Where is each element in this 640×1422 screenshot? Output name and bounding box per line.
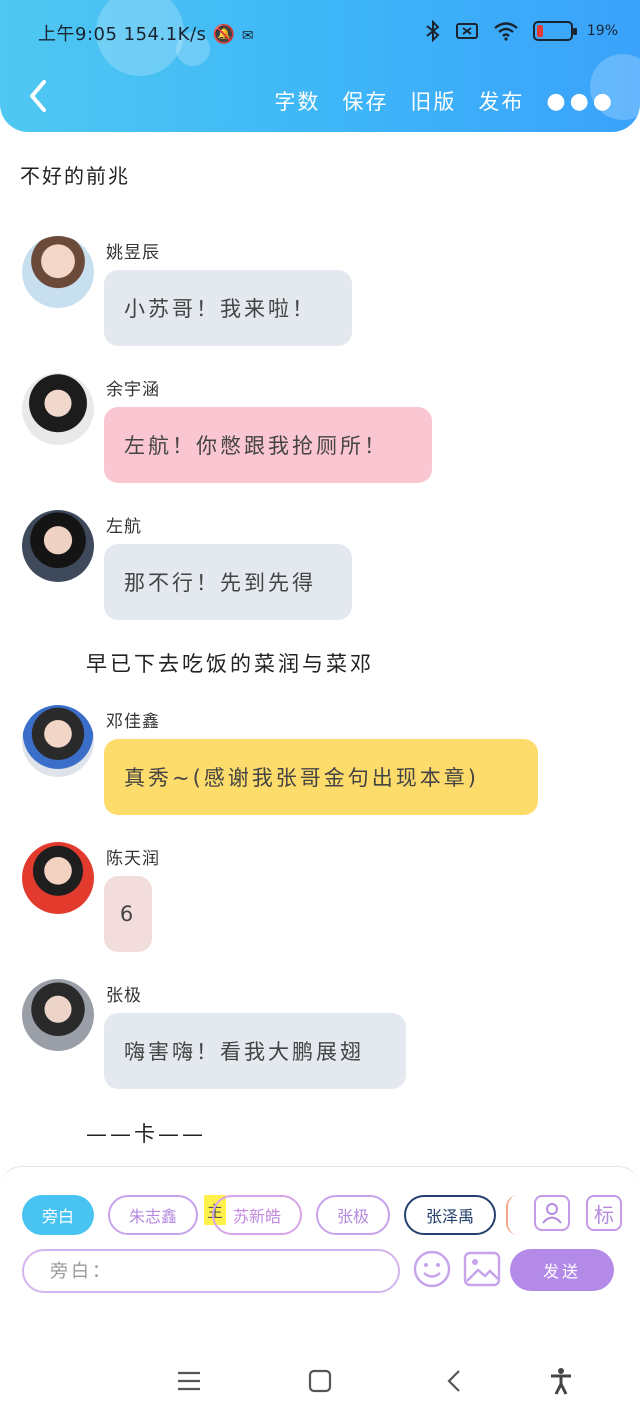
contact-icon[interactable]: [534, 1195, 570, 1231]
mail-icon: ✉: [241, 28, 255, 44]
avatar[interactable]: [22, 705, 94, 777]
message-bubble[interactable]: 嗨害嗨！看我大鹏展翅: [104, 1013, 406, 1089]
role-chip[interactable]: 张泽禹: [404, 1195, 496, 1235]
battery-icon: [532, 21, 577, 41]
save-button[interactable]: 保存: [342, 86, 388, 116]
bell-off-icon: 🔕: [212, 24, 236, 45]
menu-icon[interactable]: [174, 1366, 204, 1396]
status-left: 上午9:05 154.1K/s 🔕 ✉: [38, 20, 254, 46]
chapter-title[interactable]: 不好的前兆: [20, 160, 130, 189]
avatar[interactable]: [22, 373, 94, 445]
message-bubble[interactable]: 6: [104, 876, 152, 952]
send-button[interactable]: 发送: [510, 1249, 614, 1291]
word-count-button[interactable]: 字数: [274, 86, 320, 116]
publish-button[interactable]: 发布: [478, 86, 524, 116]
role-chip-partial[interactable]: [506, 1195, 518, 1235]
status-bar: 上午9:05 154.1K/s 🔕 ✉ 19%: [0, 0, 640, 64]
back-button[interactable]: [20, 78, 56, 118]
sender-name: 陈天润: [106, 849, 160, 869]
avatar[interactable]: [22, 236, 94, 308]
app-header: 上午9:05 154.1K/s 🔕 ✉ 19% 字数 保存 旧版 发布 ●●●: [0, 0, 640, 132]
system-nav-bar: [0, 1338, 640, 1422]
sender-name: 姚昱辰: [106, 243, 160, 263]
no-sim-icon: [455, 23, 478, 39]
input-panel: 旁白 朱志鑫 主 苏新皓 张极 张泽禹 标 发送: [0, 1166, 640, 1338]
status-time: 上午9:05: [38, 24, 118, 45]
more-icon[interactable]: ●●●: [546, 89, 616, 114]
sender-name: 张极: [106, 986, 142, 1006]
dialogue-input[interactable]: [22, 1249, 400, 1293]
avatar[interactable]: [22, 510, 94, 582]
status-speed: 154.1K/s: [123, 24, 207, 45]
header-menu: 字数 保存 旧版 发布 ●●●: [274, 86, 616, 116]
back-icon: [30, 80, 46, 112]
role-chip[interactable]: 张极: [316, 1195, 390, 1235]
narration-text[interactable]: ——卡——: [86, 1118, 206, 1148]
nav-back-icon[interactable]: [440, 1366, 470, 1396]
message-bubble[interactable]: 小苏哥！我来啦！: [104, 270, 352, 346]
message-bubble[interactable]: 那不行！先到先得: [104, 544, 352, 620]
wifi-icon: [494, 22, 518, 41]
role-chip[interactable]: 苏新皓: [212, 1195, 302, 1235]
role-chip[interactable]: 朱志鑫: [108, 1195, 198, 1235]
old-version-button[interactable]: 旧版: [410, 86, 456, 116]
emoji-icon[interactable]: [412, 1249, 452, 1289]
narration-text[interactable]: 早已下去吃饭的菜润与菜邓: [86, 648, 374, 678]
home-icon[interactable]: [305, 1366, 335, 1396]
avatar[interactable]: [22, 979, 94, 1051]
status-right: 19%: [425, 20, 618, 42]
sender-name: 左航: [106, 517, 142, 537]
battery-percent: 19%: [586, 23, 618, 39]
tag-icon[interactable]: 标: [586, 1195, 622, 1231]
avatar[interactable]: [22, 842, 94, 914]
sender-name: 余宇涵: [106, 380, 160, 400]
message-bubble[interactable]: 左航！你憋跟我抢厕所！: [104, 407, 432, 483]
bluetooth-icon: [426, 20, 440, 42]
sender-name: 邓佳鑫: [106, 712, 160, 732]
accessibility-icon[interactable]: [546, 1366, 576, 1396]
image-icon[interactable]: [462, 1249, 502, 1289]
role-chip-narrator[interactable]: 旁白: [22, 1195, 94, 1235]
message-bubble[interactable]: 真秀~(感谢我张哥金句出现本章): [104, 739, 538, 815]
battery-level: [536, 25, 543, 37]
